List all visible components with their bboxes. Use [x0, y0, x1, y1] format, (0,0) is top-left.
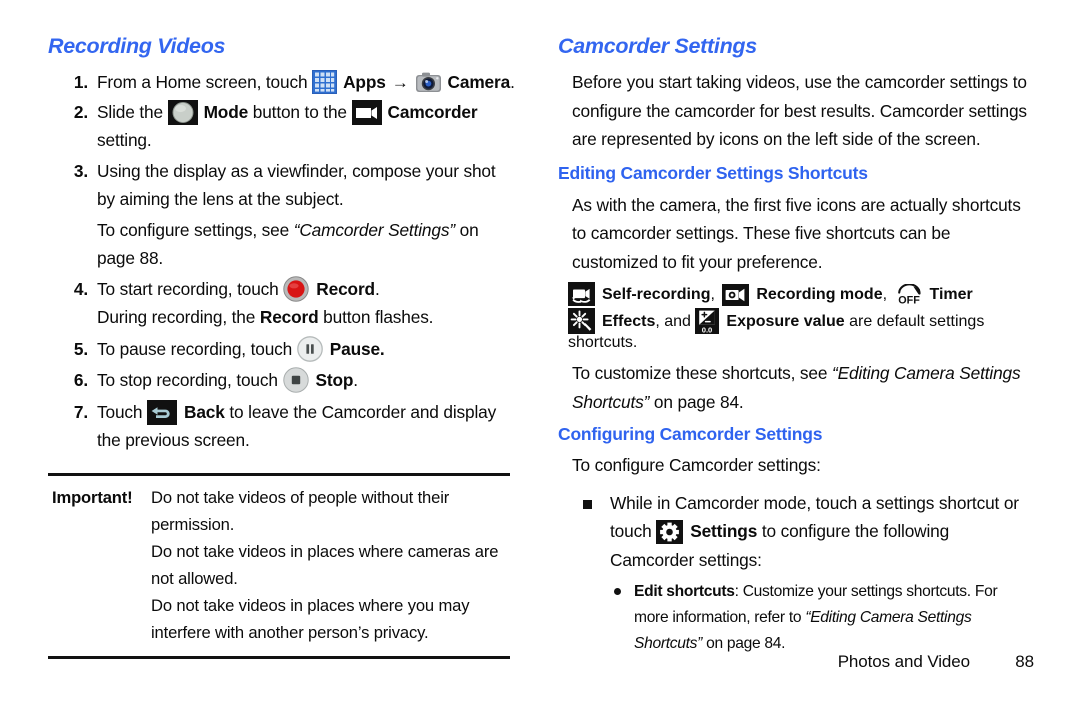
editing-shortcuts-paragraph: As with the camera, the first five icons…: [572, 194, 1021, 272]
step-7-number: 7.: [73, 401, 88, 422]
camera-icon[interactable]: [415, 70, 442, 95]
shortcut-sep-2: ,: [882, 286, 892, 303]
arrow-icon: →: [391, 73, 409, 92]
svg-text:0.0: 0.0: [702, 325, 713, 334]
step-5-pause-label: Pause.: [329, 338, 385, 359]
important-note-box: Important! Do not take videos of people w…: [48, 472, 510, 659]
important-line-2: Do not take videos in places where camer…: [48, 538, 510, 592]
step-6-period: .: [353, 370, 358, 390]
settings-label: Settings: [690, 521, 758, 541]
round-bullet-icon: [614, 588, 621, 595]
important-text-3: Do not take videos in places where you m…: [151, 595, 470, 642]
step-4-subtext-1: During recording, the: [97, 307, 260, 327]
important-label: Important!: [52, 487, 133, 507]
recording-videos-steps: 1. From a Home screen, touch Apps → Came…: [48, 68, 518, 455]
settings-gear-icon[interactable]: [656, 520, 684, 544]
recording-mode-icon[interactable]: [722, 284, 750, 306]
right-column: Camcorder Settings Before you start taki…: [558, 34, 1028, 657]
important-text-2: Do not take videos in places where camer…: [151, 541, 499, 588]
step-3-subtext: To configure settings, see “Camcorder Se…: [97, 216, 518, 273]
step-2-mode-label: Mode: [203, 101, 249, 122]
subtitle-editing-camcorder-settings-shortcuts: Editing Camcorder Settings Shortcuts: [558, 162, 868, 183]
step-2-text-3: setting.: [97, 130, 152, 150]
apps-grid-icon[interactable]: [312, 70, 338, 94]
recording-mode-label: Recording mode: [756, 286, 883, 303]
effects-icon[interactable]: [568, 308, 595, 334]
mode-circle-icon[interactable]: [167, 99, 198, 125]
step-1-text: From a Home screen, touch: [97, 72, 313, 92]
manual-page: Recording Videos 1. From a Home screen, t…: [0, 0, 1080, 720]
square-bullet-icon: [583, 499, 592, 509]
step-5-number: 5.: [73, 338, 88, 359]
footer-section-label: Photos and Video: [837, 652, 970, 671]
section-title-camcorder-settings: Camcorder Settings: [558, 34, 757, 58]
back-button-icon[interactable]: [147, 399, 178, 425]
timer-label: Timer: [929, 286, 973, 303]
exposure-value-label: Exposure value: [726, 313, 845, 330]
step-6-text: To stop recording, touch: [97, 370, 283, 390]
edit-shortcuts-text-2: on page 84.: [702, 635, 786, 652]
camcorder-icon[interactable]: [351, 99, 382, 125]
stop-button-icon[interactable]: [282, 367, 309, 393]
step-6: 6. To stop recording, touch Stop.: [48, 366, 518, 395]
customize-shortcuts-paragraph: To customize these shortcuts, see “Editi…: [558, 359, 1028, 416]
step-4-subtext-2: button flashes.: [318, 307, 434, 327]
svg-text:OFF: OFF: [899, 295, 921, 307]
step-5: 5. To pause recording, touch Pause.: [48, 335, 518, 364]
step-1-apps-label: Apps: [343, 72, 386, 92]
step-3-subtext-1: To configure settings, see: [97, 219, 294, 240]
step-4-period: .: [374, 278, 380, 299]
step-2-text-1: Slide the: [97, 101, 168, 122]
step-5-text: To pause recording, touch: [97, 338, 297, 359]
subtitle-configuring-camcorder-settings: Configuring Camcorder Settings: [558, 424, 823, 444]
step-6-stop-label: Stop: [315, 370, 354, 390]
step-2-camcorder-label: Camcorder: [387, 101, 478, 122]
step-3: 3. Using the display as a viewfinder, com…: [48, 157, 518, 273]
timer-off-icon[interactable]: OFF: [894, 284, 924, 306]
left-column: Recording Videos 1. From a Home screen, t…: [48, 34, 518, 659]
important-text-1: Do not take videos of people without the…: [151, 487, 450, 534]
step-3-text: Using the display as a viewfinder, compo…: [97, 160, 496, 210]
record-button-icon[interactable]: [283, 275, 309, 302]
step-1: 1. From a Home screen, touch Apps → Came…: [48, 68, 518, 98]
page-footer: Photos and Video 88: [0, 652, 1080, 672]
edit-shortcuts-label: Edit shortcuts: [634, 583, 735, 600]
exposure-value-icon[interactable]: 0.0: [695, 308, 720, 334]
self-recording-label: Self-recording: [602, 286, 711, 303]
step-7-back-label: Back: [184, 401, 225, 422]
step-3-number: 3.: [73, 160, 88, 181]
step-4-subtext: During recording, the Record button flas…: [97, 303, 518, 332]
customize-text-2: on page 84.: [649, 391, 744, 412]
step-2-text-2: button to the: [248, 101, 352, 122]
step-4-record-label: Record: [316, 278, 375, 299]
shortcut-sep-1: ,: [710, 286, 720, 303]
important-line-1: Important! Do not take videos of people w…: [48, 484, 510, 538]
step-1-camera-label: Camera: [447, 72, 511, 92]
step-2-number: 2.: [73, 101, 88, 122]
step-6-number: 6.: [73, 370, 88, 390]
configure-bullet: While in Camcorder mode, touch a setting…: [558, 489, 1028, 575]
shortcut-sep-3: , and: [655, 313, 696, 330]
edit-shortcuts-subbullet: Edit shortcuts: Customize your settings …: [558, 579, 1028, 657]
effects-label: Effects: [602, 313, 656, 330]
step-3-cross-ref: “Camcorder Settings”: [293, 219, 455, 240]
self-recording-icon[interactable]: [568, 282, 595, 306]
important-line-3: Do not take videos in places where you m…: [48, 592, 510, 646]
configure-intro: To configure Camcorder settings:: [572, 455, 821, 475]
camcorder-settings-intro: Before you start taking videos, use the …: [572, 72, 1027, 149]
step-7-text-1: Touch: [97, 401, 148, 422]
customize-text-1: To customize these shortcuts, see: [572, 363, 832, 383]
step-4: 4. To start recording, touch Record. Duri…: [48, 275, 518, 332]
step-4-number: 4.: [73, 278, 88, 299]
step-4-text-1: To start recording, touch: [97, 278, 284, 299]
step-4-record-emph: Record: [259, 307, 319, 327]
step-2: 2. Slide the Mode button to the Camcorder: [48, 98, 518, 155]
step-7: 7. Touch Back to leave the Camcorder and …: [48, 398, 518, 455]
footer-page-number: 88: [1015, 652, 1034, 671]
pause-button-icon[interactable]: [296, 335, 323, 362]
default-shortcuts-list: Self-recording, Recording mode, OFF Time…: [558, 282, 1028, 352]
step-1-number: 1.: [73, 72, 88, 92]
step-1-period: .: [510, 72, 515, 92]
page-title-recording-videos: Recording Videos: [48, 34, 226, 58]
